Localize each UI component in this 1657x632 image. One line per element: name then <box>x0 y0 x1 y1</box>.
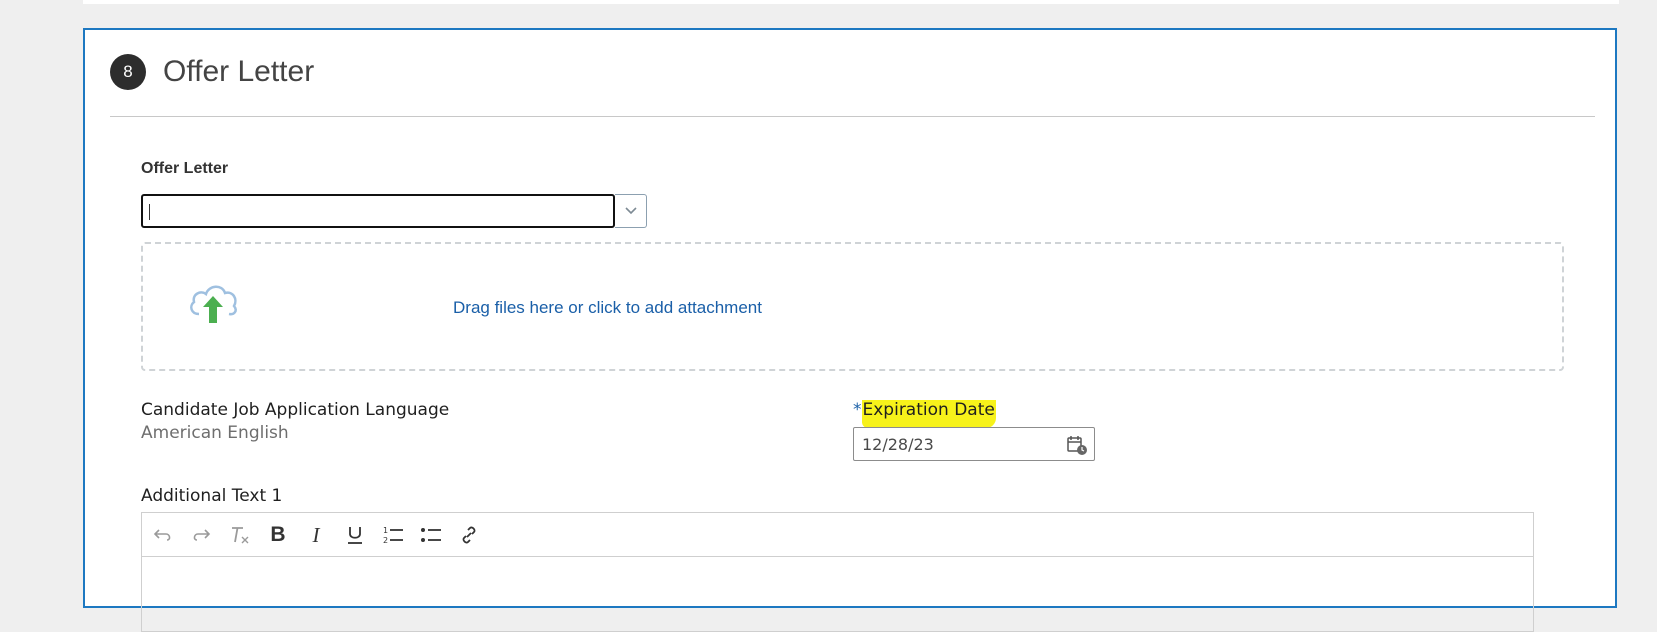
required-marker: * <box>853 400 862 420</box>
expiration-date-value[interactable]: 12/28/23 <box>862 435 934 454</box>
step-number-badge: 8 <box>110 54 146 90</box>
cloud-upload-icon <box>190 285 237 323</box>
clear-formatting-icon[interactable] <box>226 521 254 549</box>
chevron-down-icon <box>624 207 637 215</box>
bold-icon[interactable]: B <box>264 521 292 549</box>
offer-letter-label: Offer Letter <box>141 160 229 177</box>
expiration-date-label: *Expiration Date <box>853 400 996 428</box>
offer-letter-section: 8 Offer Letter Offer Letter Drag files h… <box>83 28 1617 632</box>
svg-text:1: 1 <box>383 526 388 535</box>
text-caret <box>149 204 150 220</box>
svg-text:2: 2 <box>383 536 388 545</box>
calendar-icon[interactable] <box>1066 434 1088 456</box>
attachment-link[interactable]: Drag files here or click to add attachme… <box>453 298 762 318</box>
previous-section-panel <box>83 0 1619 4</box>
redo-icon[interactable] <box>187 521 215 549</box>
rich-text-editor[interactable]: B I 12 <box>141 512 1534 632</box>
link-icon[interactable] <box>455 521 483 549</box>
expiration-date-label-text: Expiration Date <box>861 400 996 428</box>
expiration-date-input[interactable]: 12/28/23 <box>853 427 1095 461</box>
title-divider <box>110 116 1595 117</box>
editor-toolbar: B I 12 <box>142 513 1533 557</box>
offer-letter-dropdown-button[interactable] <box>615 194 647 228</box>
italic-icon[interactable]: I <box>302 521 330 549</box>
offer-letter-combobox[interactable] <box>141 194 651 228</box>
numbered-list-icon[interactable]: 12 <box>379 521 407 549</box>
language-value: American English <box>141 423 289 443</box>
language-label: Candidate Job Application Language <box>141 400 450 420</box>
underline-icon[interactable] <box>341 521 369 549</box>
attachment-dropzone[interactable]: Drag files here or click to add attachme… <box>141 242 1564 371</box>
offer-letter-input[interactable] <box>141 194 615 228</box>
section-title: Offer Letter <box>163 55 315 88</box>
undo-icon[interactable] <box>149 521 177 549</box>
bulleted-list-icon[interactable] <box>417 521 445 549</box>
additional-text-label: Additional Text 1 <box>141 486 283 506</box>
